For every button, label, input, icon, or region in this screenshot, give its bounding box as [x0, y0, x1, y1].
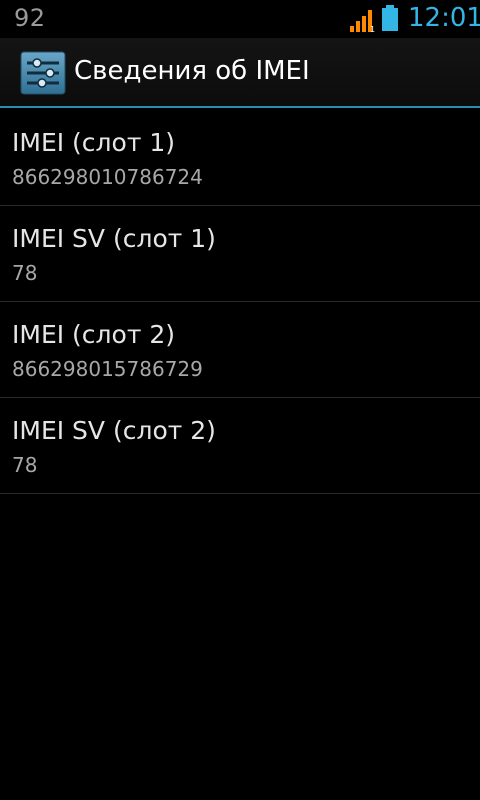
list-item-value: 78 [12, 453, 38, 477]
status-notification-count: 92 [14, 4, 46, 32]
imei-info-list: IMEI (слот 1) 866298010786724 IMEI SV (с… [0, 110, 480, 494]
list-item[interactable]: IMEI (слот 1) 866298010786724 [0, 110, 480, 206]
signal-strength-icon: 1 [350, 10, 375, 32]
list-item[interactable]: IMEI (слот 2) 866298015786729 [0, 302, 480, 398]
list-item-title: IMEI (слот 2) [12, 320, 176, 349]
list-item-value: 866298010786724 [12, 165, 203, 189]
list-item-value: 866298015786729 [12, 357, 203, 381]
svg-text:1: 1 [370, 25, 375, 32]
status-clock: 12:01 [408, 3, 480, 33]
status-bar: 92 1 12:01 [0, 0, 480, 38]
settings-sliders-icon[interactable] [20, 51, 66, 95]
list-item[interactable]: IMEI SV (слот 2) 78 [0, 398, 480, 494]
list-item-title: IMEI SV (слот 2) [12, 416, 216, 445]
page-title: Сведения об IMEI [74, 56, 310, 86]
list-item-title: IMEI SV (слот 1) [12, 224, 216, 253]
action-bar: Сведения об IMEI [0, 38, 480, 108]
list-item-value: 78 [12, 261, 38, 285]
battery-icon [382, 5, 398, 31]
list-item-title: IMEI (слот 1) [12, 128, 176, 157]
list-item[interactable]: IMEI SV (слот 1) 78 [0, 206, 480, 302]
